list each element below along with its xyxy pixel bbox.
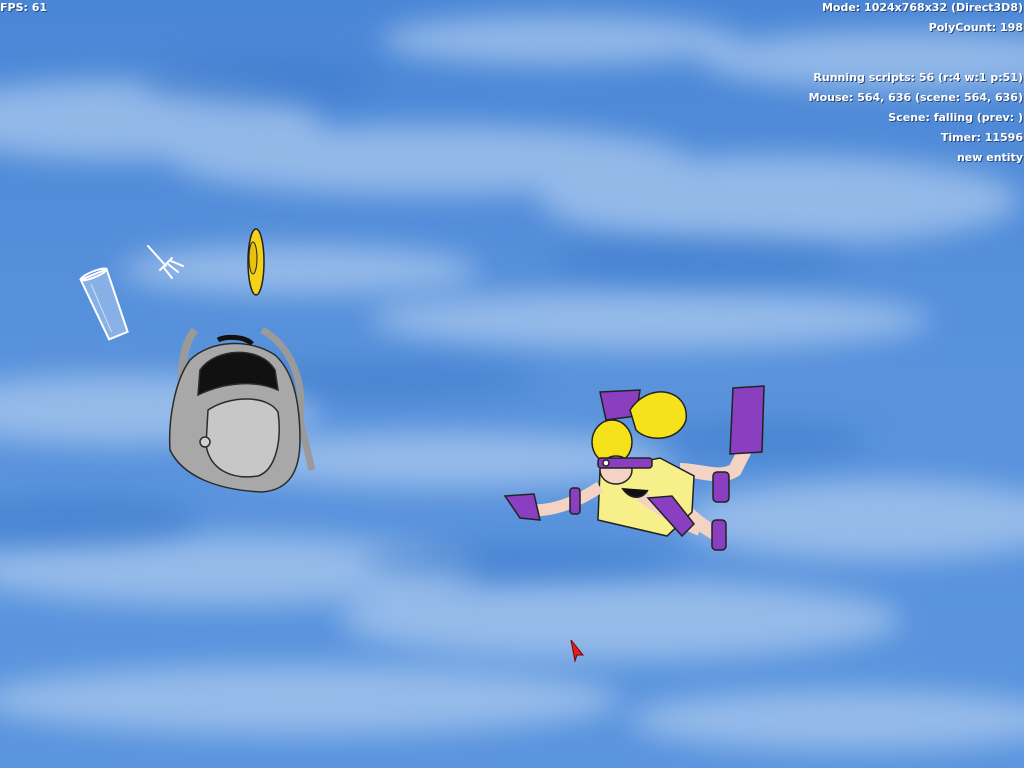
entity-info: new entity — [956, 151, 1023, 164]
scene-info: Scene: falling (prev: ) — [888, 111, 1023, 124]
yellow-hat[interactable] — [247, 228, 265, 296]
polycount-info: PolyCount: 198 — [928, 21, 1023, 34]
game-scene[interactable] — [0, 0, 1024, 768]
timer-info: Timer: 11596 — [940, 131, 1023, 144]
mouse-position-info: Mouse: 564, 636 (scene: 564, 636) — [808, 91, 1023, 104]
running-scripts-info: Running scripts: 56 (r:4 w:1 p:51) — [813, 71, 1023, 84]
fps-counter: FPS: 61 — [0, 1, 48, 14]
video-mode-info: Mode: 1024x768x32 (Direct3D8) — [821, 1, 1023, 14]
